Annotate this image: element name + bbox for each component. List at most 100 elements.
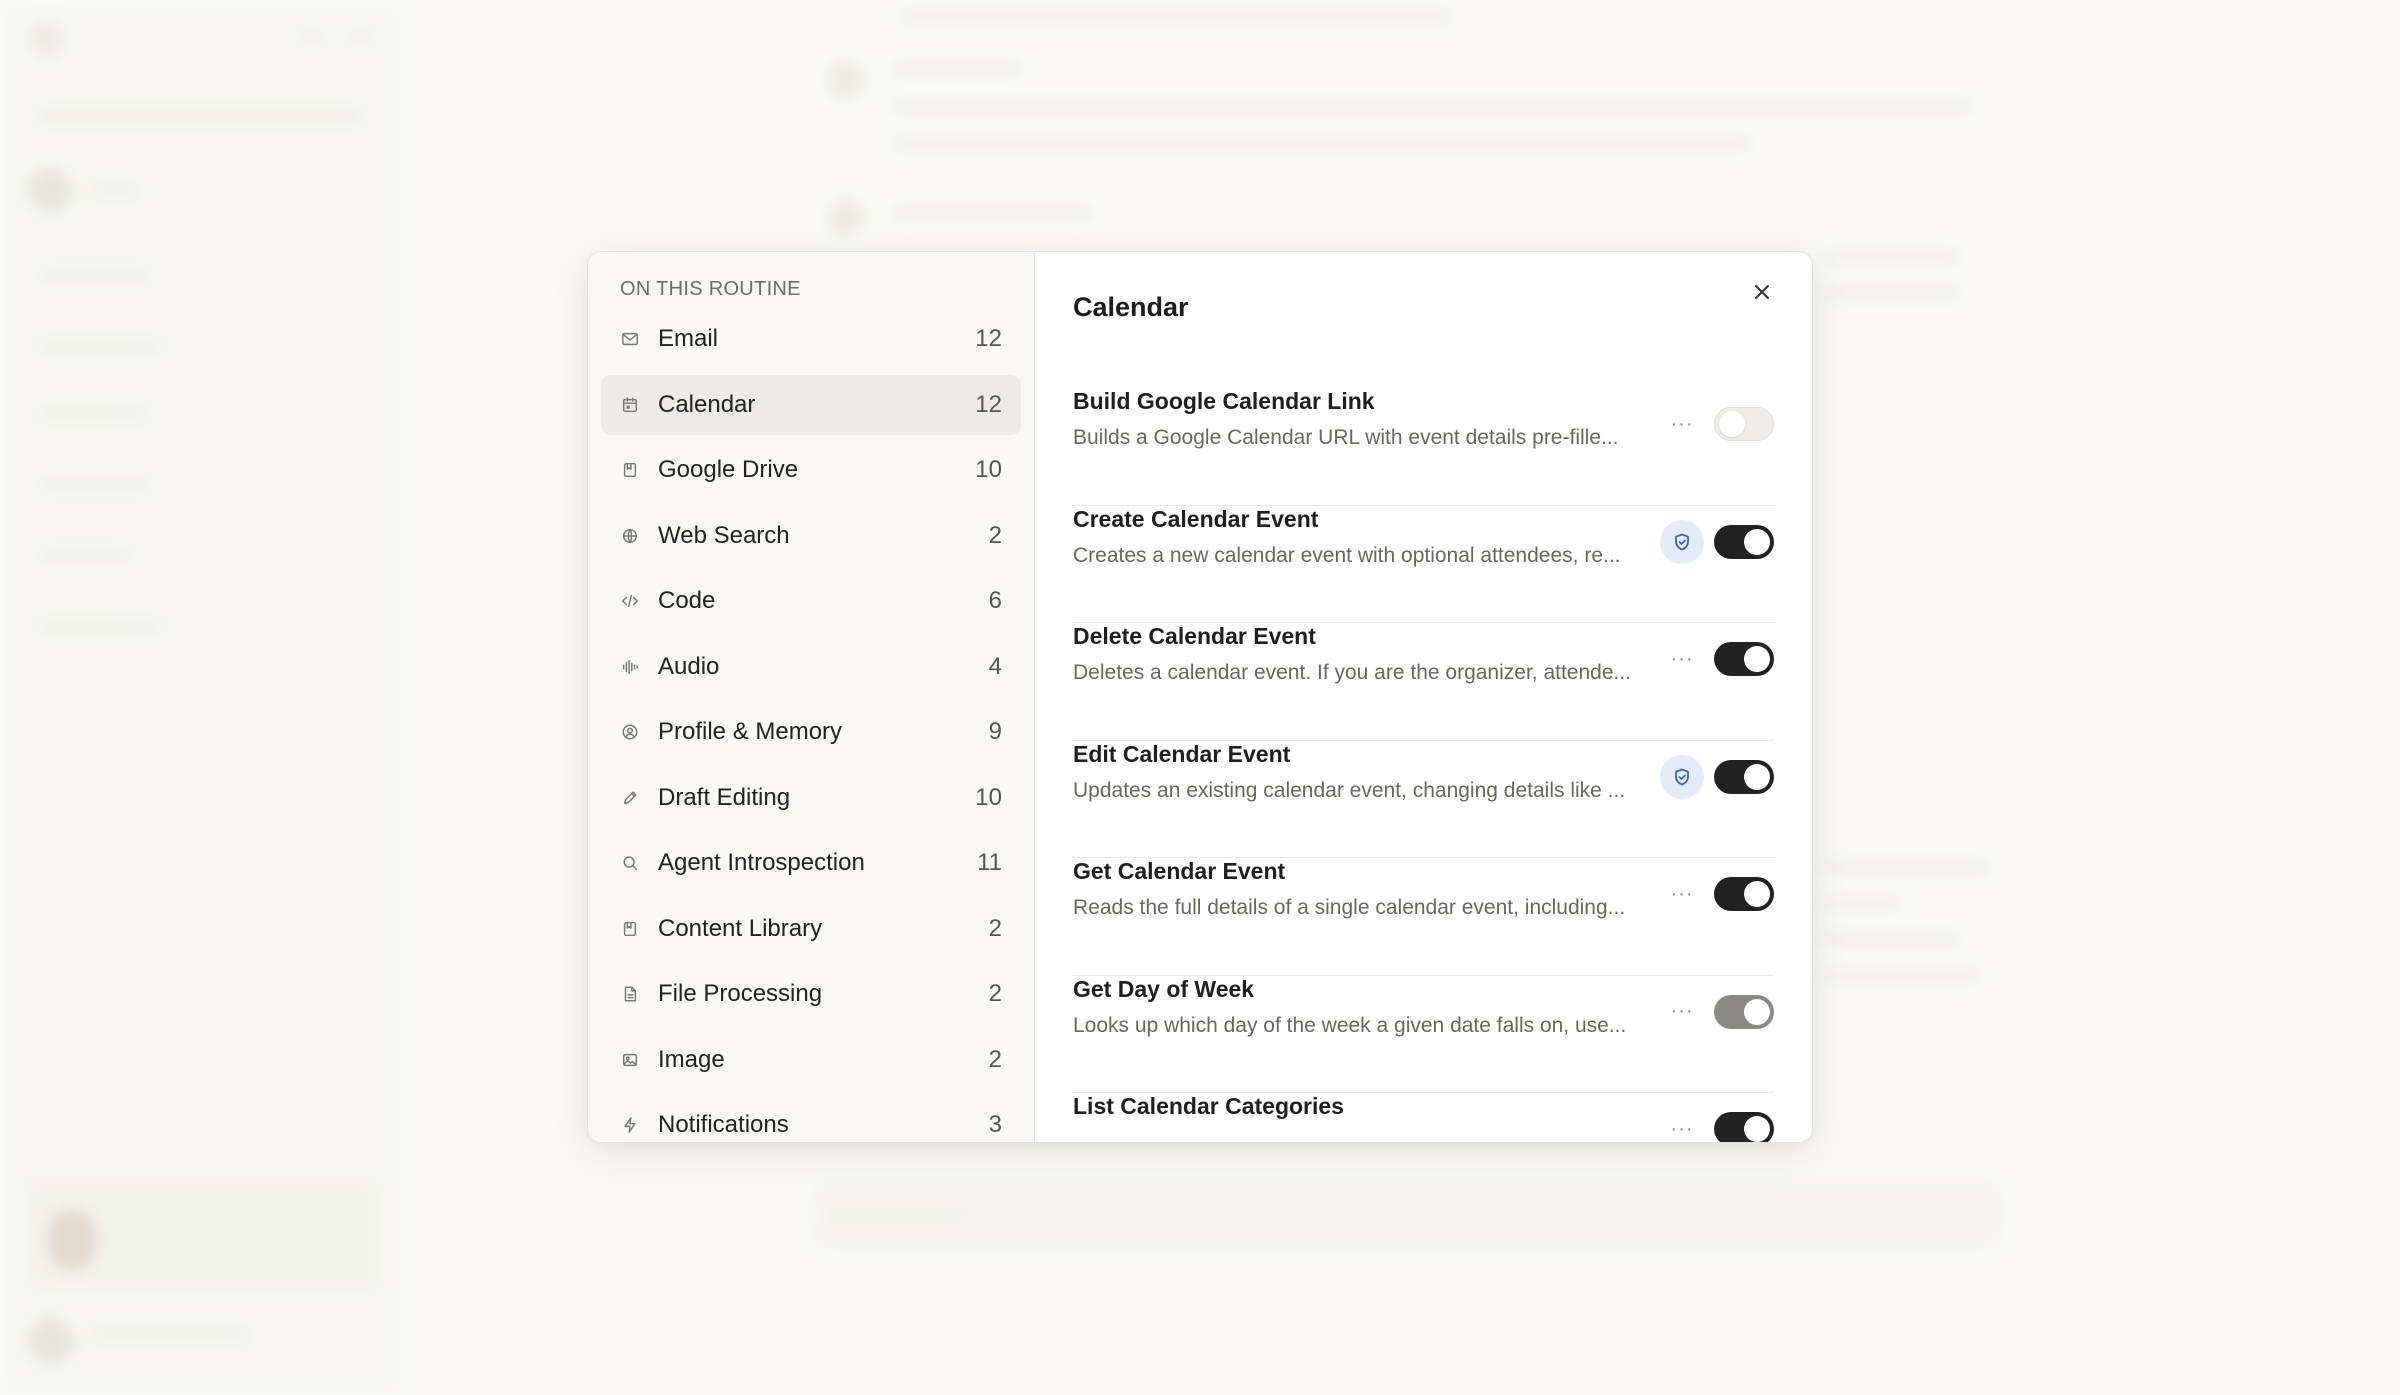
category-count: 2 [988,914,1002,942]
category-list: Email 12 Calendar 12 Google Drive 10 Web Searc… [601,309,1021,1142]
category-item-file-processing[interactable]: File Processing 2 [601,964,1021,1024]
file-icon [620,984,640,1004]
more-options-button[interactable]: ··· [1660,1107,1704,1142]
category-count: 3 [988,1111,1002,1138]
category-label: Email [658,325,719,352]
tool-description: Builds a Google Calendar URL with event … [1073,426,1619,449]
tool-enable-toggle[interactable] [1714,877,1774,911]
category-item-notifications[interactable]: Notifications 3 [601,1095,1021,1142]
tool-description: Creates a new calendar event with option… [1073,543,1621,567]
category-count: 2 [988,521,1002,549]
category-count: 10 [975,783,1002,811]
section-heading: ON THIS ROUTINE [620,278,801,300]
pencil-icon [620,788,640,808]
category-count: 2 [988,1045,1002,1073]
tool-enable-toggle[interactable] [1714,407,1774,441]
category-item-profile-memory[interactable]: Profile & Memory 9 [601,702,1021,762]
close-icon [1755,285,1769,299]
approval-shield-button[interactable] [1660,754,1704,799]
category-item-agent-introspection[interactable]: Agent Introspection 11 [601,833,1021,893]
tool-actions: ··· [1660,402,1774,446]
toggle-knob [1744,763,1770,790]
category-item-image[interactable]: Image 2 [601,1030,1021,1090]
toggle-knob [1744,646,1770,672]
bolt-icon [620,1115,640,1135]
tool-row: Edit Calendar Event Updates an existing c… [1073,741,1774,858]
category-item-code[interactable]: Code 6 [601,571,1021,631]
category-label: Image [658,1045,725,1073]
category-item-email[interactable]: Email 12 [601,309,1021,369]
category-item-content-library[interactable]: Content Library 2 [601,899,1021,959]
category-label: Draft Editing [658,783,791,811]
category-count: 11 [977,849,1002,876]
tool-row: Build Google Calendar Link Builds a Googl… [1073,388,1774,506]
tool-description: Reads the full details of a single calen… [1073,896,1626,919]
category-count: 9 [988,718,1002,745]
category-label: Agent Introspection [658,849,865,876]
category-count: 12 [975,390,1002,418]
globe-icon [620,526,640,546]
tool-actions: ··· [1660,872,1774,916]
category-sidebar: ON THIS ROUTINE Email 12 Calendar 12 Google … [588,252,1035,1142]
tool-enable-toggle[interactable] [1714,759,1774,794]
toggle-knob [1744,998,1770,1025]
tool-actions: ··· [1660,1107,1774,1142]
tool-actions [1660,754,1774,799]
tool-description: Looks up which day of the week a given d… [1073,1013,1627,1037]
more-options-button[interactable]: ··· [1660,872,1704,916]
more-options-button[interactable]: ··· [1660,637,1704,681]
category-label: Content Library [658,914,823,942]
tool-row: Create Calendar Event Creates a new calen… [1073,506,1774,623]
toggle-knob [1744,1116,1770,1142]
drive-icon [620,460,640,480]
tool-enable-toggle[interactable] [1714,994,1774,1029]
tool-list: Build Google Calendar Link Builds a Googl… [1073,388,1774,1142]
calendar-icon [620,395,640,415]
tool-row: List Calendar Categories ··· [1073,1093,1774,1142]
category-count: 6 [988,587,1002,614]
tool-description: Updates an existing calendar event, chan… [1073,778,1626,802]
category-label: Web Search [658,521,790,549]
category-label: Notifications [658,1111,789,1138]
more-options-button[interactable]: ··· [1660,990,1704,1034]
shield-icon [1675,768,1689,785]
category-label: Google Drive [658,456,799,483]
tools-modal: ON THIS ROUTINE Email 12 Calendar 12 Google … [587,251,1813,1143]
tool-actions [1660,519,1774,564]
tool-enable-toggle[interactable] [1714,524,1774,559]
tool-enable-toggle[interactable] [1714,1112,1774,1142]
category-item-calendar[interactable]: Calendar 12 [601,374,1021,435]
category-count: 12 [975,325,1002,352]
category-label: Audio [658,652,720,680]
close-button[interactable] [1748,278,1776,306]
tool-row: Get Day of Week Looks up which day of the… [1073,976,1774,1093]
category-item-google-drive[interactable]: Google Drive 10 [601,440,1021,500]
toggle-knob [1719,411,1745,437]
category-count: 2 [988,980,1002,1007]
category-item-draft-editing[interactable]: Draft Editing 10 [601,768,1021,828]
audio-icon [620,657,640,677]
category-count: 10 [975,456,1002,483]
tool-description: Deletes a calendar event. If you are the… [1073,661,1632,684]
tools-panel: Calendar Build Google Calendar Link Build… [1035,252,1812,1142]
tool-actions: ··· [1660,637,1774,681]
toggle-knob [1744,528,1770,555]
category-count: 4 [988,652,1002,680]
more-options-button[interactable]: ··· [1660,402,1704,446]
tool-actions: ··· [1660,990,1774,1034]
bookmark-icon [620,919,640,939]
category-item-web-search[interactable]: Web Search 2 [601,506,1021,566]
approval-shield-button[interactable] [1660,519,1704,564]
tool-enable-toggle[interactable] [1714,642,1774,676]
tool-row: Delete Calendar Event Deletes a calendar … [1073,623,1774,741]
toggle-knob [1744,881,1770,907]
code-icon [620,591,640,611]
category-label: Code [658,587,716,614]
category-item-audio[interactable]: Audio 4 [601,637,1021,697]
profile-icon [620,722,640,742]
shield-icon [1675,533,1689,550]
image-icon [620,1050,640,1070]
category-label: File Processing [658,980,823,1007]
mail-icon [620,329,640,349]
category-label: Profile & Memory [658,718,843,745]
